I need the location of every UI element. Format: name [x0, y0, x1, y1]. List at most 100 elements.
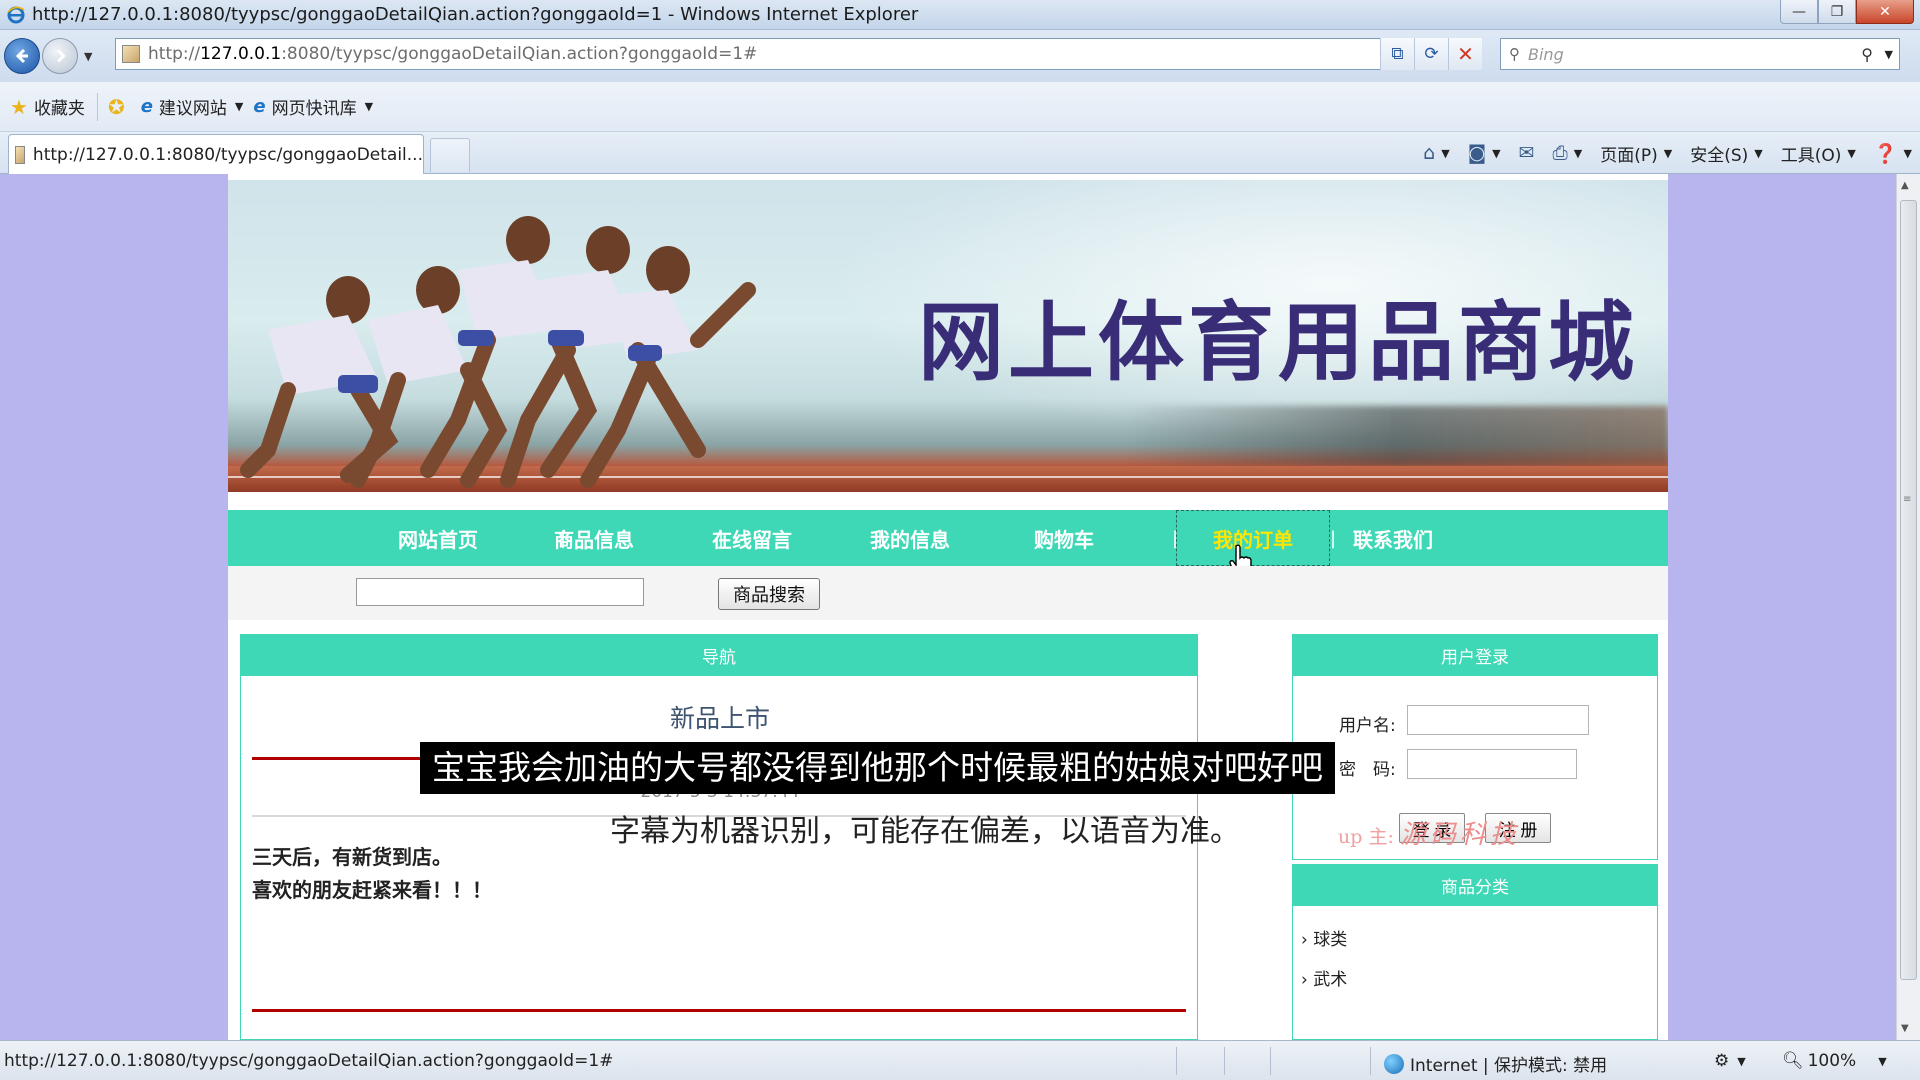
scroll-down-icon[interactable]: ▼	[1901, 1023, 1909, 1034]
protected-mode-button[interactable]: ⚙ ▼	[1714, 1051, 1746, 1071]
new-tab-button[interactable]	[430, 138, 470, 172]
notice-body-line: 三天后，有新货到店。	[252, 845, 452, 869]
mail-icon: ✉	[1518, 142, 1535, 164]
suggested-sites-label: 建议网站	[158, 99, 227, 119]
security-zone[interactable]: Internet | 保护模式: 禁用	[1384, 1051, 1607, 1076]
back-arrow-icon	[15, 48, 28, 64]
notice-title: 新品上市	[669, 704, 770, 733]
favorites-button[interactable]: ★ 收藏夹	[10, 94, 85, 120]
watermark-prefix: up 主:	[1338, 826, 1394, 848]
favorites-star-icon: ★	[10, 94, 28, 119]
page-viewport: 网上体育用品商城 网站首页 | 商品信息 | 在线留言 | 我的信息 | 购物车…	[0, 174, 1896, 1040]
product-search-button[interactable]: 商品搜索	[718, 578, 820, 610]
nav-my-info[interactable]: 我的信息	[850, 510, 970, 566]
chevron-down-icon: ▼	[1878, 1054, 1887, 1068]
chevron-down-icon: ▼	[1903, 146, 1912, 160]
chevron-down-icon[interactable]: ▼	[1492, 147, 1500, 160]
compatibility-view-icon[interactable]: ⧉	[1380, 38, 1414, 70]
read-mail-button[interactable]: ✉	[1519, 142, 1535, 164]
settings-gear-icon: ⚙	[1714, 1051, 1730, 1071]
watermark-name: 源码科技	[1399, 820, 1520, 850]
forward-button[interactable]	[42, 38, 78, 74]
stop-icon[interactable]: ✕	[1448, 38, 1482, 70]
password-label: 密 码:	[1339, 760, 1396, 780]
nav-home[interactable]: 网站首页	[378, 510, 498, 566]
web-slice-gallery-label: 网页快讯库	[271, 99, 357, 119]
search-input[interactable]: ⚲ Bing ⚲ ▼	[1500, 38, 1900, 70]
scrollbar-thumb[interactable]	[1900, 200, 1917, 980]
chevron-down-icon[interactable]: ▼	[1574, 147, 1582, 160]
close-button[interactable]: ✕	[1856, 0, 1914, 24]
notice-bottom-divider	[252, 1009, 1186, 1012]
tab-current[interactable]: http://127.0.0.1:8080/tyypsc/gonggaoDeta…	[8, 134, 424, 174]
username-field[interactable]	[1407, 705, 1589, 735]
favorites-bar: ★ 收藏夹 ✪ e 建议网站 ▼ e 网页快讯库 ▼	[0, 82, 1920, 132]
zoom-control[interactable]: 🔍︎ 100% ▼	[1782, 1051, 1887, 1071]
address-input[interactable]: http://127.0.0.1:8080/tyypsc/gonggaoDeta…	[115, 38, 1415, 70]
chevron-down-icon: ▼	[1663, 146, 1673, 160]
category-item[interactable]: › 武术	[1301, 965, 1347, 990]
page-menu-label: 页面(P)	[1600, 145, 1658, 166]
web-slice-gallery-link[interactable]: e 网页快讯库 ▼	[253, 94, 373, 119]
ie-page-icon: e	[140, 96, 153, 117]
tools-menu-label: 工具(O)	[1780, 145, 1842, 166]
nav-messages[interactable]: 在线留言	[692, 510, 812, 566]
favorites-label: 收藏夹	[33, 99, 85, 119]
category-item[interactable]: › 球类	[1301, 925, 1347, 950]
search-options-dropdown-icon[interactable]: ▼	[1885, 48, 1893, 61]
history-dropdown-icon[interactable]: ▼	[84, 50, 92, 63]
feeds-button[interactable]: ◙ ▼	[1468, 142, 1501, 164]
help-menu[interactable]: ❓ ▼	[1874, 142, 1912, 165]
refresh-icon[interactable]: ⟳	[1414, 38, 1448, 70]
sprinters-image	[240, 216, 756, 488]
restore-button[interactable]: ❐	[1818, 0, 1856, 24]
product-search-input[interactable]	[356, 578, 644, 606]
page-menu[interactable]: 页面(P) ▼	[1600, 141, 1672, 166]
print-button[interactable]: ⎙ ▼	[1553, 142, 1583, 164]
nav-cart[interactable]: 购物车	[1004, 510, 1124, 566]
add-to-favorites-bar-button[interactable]: ✪	[108, 95, 131, 119]
chevron-down-icon: ▼	[1737, 1054, 1746, 1068]
tools-menu[interactable]: 工具(O) ▼	[1781, 141, 1856, 166]
video-subtitle: 宝宝我会加油的大号都没得到他那个时候最粗的姑娘对吧好吧	[420, 742, 1335, 794]
tab-favicon-icon	[15, 145, 25, 164]
nav-products[interactable]: 商品信息	[534, 510, 654, 566]
address-url[interactable]: http://127.0.0.1:8080/tyypsc/gonggaoDeta…	[148, 44, 757, 64]
address-toolbar: ▼ http://127.0.0.1:8080/tyypsc/gonggaoDe…	[0, 30, 1920, 82]
vertical-scrollbar[interactable]: ▲ ≡ ▼	[1896, 174, 1920, 1040]
category-panel: 商品分类 › 球类 › 武术	[1292, 864, 1658, 1040]
nav-contact[interactable]: 联系我们	[1328, 510, 1458, 566]
status-url: http://127.0.0.1:8080/tyypsc/gonggaoDeta…	[4, 1051, 614, 1071]
internet-globe-icon	[1384, 1053, 1404, 1074]
page-favicon-icon	[122, 45, 140, 63]
scroll-grip-icon: ≡	[1903, 494, 1912, 505]
window-titlebar: http://127.0.0.1:8080/tyypsc/gonggaoDeta…	[0, 0, 1920, 30]
home-button[interactable]: ⌂ ▼	[1423, 142, 1450, 164]
notice-panel-header: 导航	[240, 634, 1198, 676]
search-icon[interactable]: ⚲	[1861, 45, 1873, 64]
minimize-button[interactable]: —	[1780, 0, 1818, 24]
help-icon: ❓	[1873, 142, 1898, 165]
site-banner: 网上体育用品商城	[228, 180, 1668, 492]
password-field[interactable]	[1407, 749, 1577, 779]
command-bar: ⌂ ▼ ◙ ▼ ✉ ⎙ ▼ 页面(P) ▼ 安全(S) ▼ 工具(O) ▼ ❓ ▼	[1405, 132, 1912, 174]
chevron-down-icon[interactable]: ▼	[1441, 147, 1449, 160]
status-separator	[1270, 1047, 1271, 1075]
status-separator	[1224, 1047, 1225, 1075]
safety-menu[interactable]: 安全(S) ▼	[1690, 141, 1763, 166]
category-panel-header: 商品分类	[1292, 864, 1658, 906]
chevron-down-icon: ▼	[364, 100, 374, 113]
scroll-up-icon[interactable]: ▲	[1901, 180, 1909, 191]
status-bar: http://127.0.0.1:8080/tyypsc/gonggaoDeta…	[0, 1040, 1920, 1080]
rss-feed-icon: ◙	[1467, 142, 1487, 164]
tab-label: http://127.0.0.1:8080/tyypsc/gonggaoDeta…	[32, 144, 423, 165]
username-label: 用户名:	[1339, 716, 1396, 736]
status-separator	[1176, 1047, 1177, 1075]
printer-icon: ⎙	[1552, 142, 1568, 164]
window-title: http://127.0.0.1:8080/tyypsc/gonggaoDeta…	[32, 4, 919, 25]
zoom-level: 100%	[1807, 1051, 1857, 1071]
suggested-sites-link[interactable]: e 建议网站 ▼	[141, 94, 244, 119]
back-button[interactable]	[4, 38, 40, 74]
zoom-magnifier-icon: 🔍︎	[1782, 1051, 1804, 1071]
notice-body-line: 喜欢的朋友赶紧来看！！！	[252, 878, 492, 902]
